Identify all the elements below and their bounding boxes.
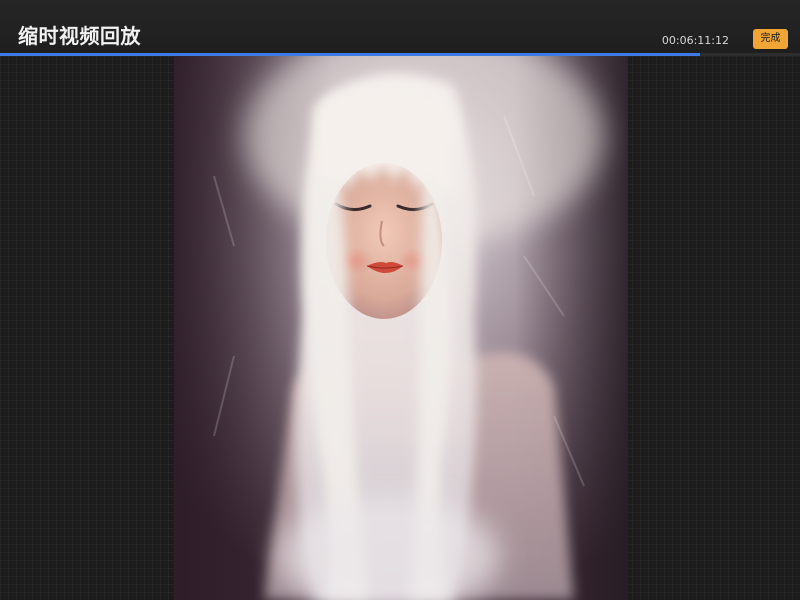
page-title: 缩时视频回放 (18, 24, 141, 48)
done-button[interactable]: 完成 (753, 29, 788, 49)
top-bar: 缩时视频回放 00:06:11:12 完成 (0, 0, 800, 54)
artwork-canvas (174, 56, 628, 600)
timelapse-replay-screen: 缩时视频回放 00:06:11:12 完成 (0, 0, 800, 600)
elapsed-time: 00:06:11:12 (661, 34, 729, 47)
painting-image (174, 56, 628, 600)
